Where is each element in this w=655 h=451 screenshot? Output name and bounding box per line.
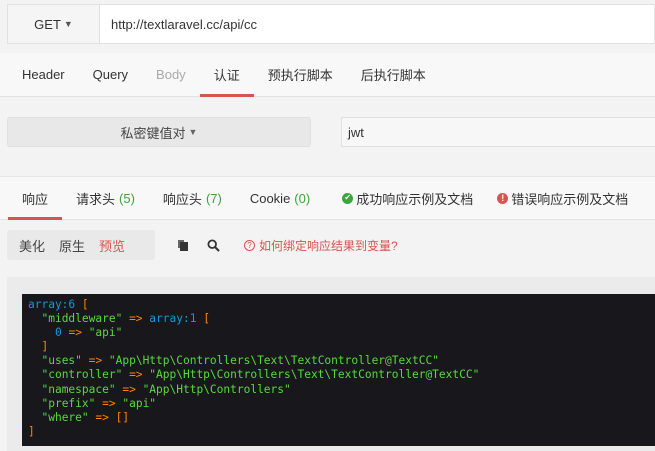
dump-key: "where": [41, 410, 89, 424]
dump-arrow: =>: [129, 312, 143, 326]
dump-line: "namespace" => "App\Http\Controllers": [28, 383, 649, 397]
tab-label: 响应: [22, 191, 49, 207]
tab-body[interactable]: Body: [142, 53, 200, 96]
tab-pre-script[interactable]: 预执行脚本: [254, 53, 347, 96]
dump-arrow: =>: [122, 382, 136, 396]
url-bar: GET ▼ http://textlaravel.cc/api/cc: [7, 4, 655, 44]
request-tabs: Header Query Body 认证 预执行脚本 后执行脚本: [0, 53, 655, 97]
dump-index: 0: [54, 326, 62, 340]
copy-icon[interactable]: [177, 239, 189, 251]
dump-key: "prefix": [41, 396, 96, 410]
view-mode-preview[interactable]: 预览: [92, 236, 132, 255]
dump-line: "where" => []: [28, 411, 649, 425]
dump-line: 0 => "api": [28, 326, 649, 340]
method-select[interactable]: GET ▼: [7, 4, 99, 44]
dump-value: "api": [122, 396, 157, 410]
tab-query[interactable]: Query: [79, 53, 142, 96]
dump-key: "namespace": [41, 382, 116, 396]
tab-response-headers[interactable]: 响应头 (7): [149, 177, 236, 219]
dump-arrow: =>: [88, 354, 103, 368]
auth-value-text: jwt: [348, 124, 364, 140]
dump-bracket: [: [203, 312, 210, 326]
dump-value: "App\Http\Controllers\Text\TextControlle…: [108, 354, 439, 368]
url-input[interactable]: http://textlaravel.cc/api/cc: [99, 4, 655, 44]
tab-error-example[interactable]: ! 错误响应示例及文档: [481, 177, 636, 219]
dump-bracket: ]: [28, 424, 35, 438]
dump-type: array:6: [28, 298, 76, 311]
search-icon[interactable]: [207, 239, 220, 252]
count-badge: (7): [205, 190, 222, 206]
bind-help-link[interactable]: ? 如何绑定响应结果到变量?: [244, 237, 398, 254]
dump-line: "middleware" => array:1 [: [28, 312, 649, 326]
dump-line: ]: [28, 340, 649, 354]
dump-line: "uses" => "App\Http\Controllers\Text\Tex…: [28, 354, 649, 368]
view-mode-pretty[interactable]: 美化: [12, 236, 52, 255]
dump-bracket: ]: [41, 340, 49, 354]
dump-key: "middleware": [41, 312, 123, 326]
method-label: GET: [34, 16, 61, 32]
dump-line: array:6 [: [28, 298, 649, 312]
tab-auth[interactable]: 认证: [199, 53, 254, 97]
tab-header[interactable]: Header: [8, 53, 79, 96]
tab-label: 请求头: [76, 191, 116, 207]
auth-value-input[interactable]: jwt: [341, 117, 655, 147]
dump-line: ]: [28, 425, 649, 439]
tab-cookie[interactable]: Cookie (0): [236, 177, 324, 219]
view-mode-switch: 美化 原生 预览: [7, 230, 155, 260]
dump-bracket: [: [81, 298, 89, 311]
caret-down-icon: ▼: [63, 19, 73, 29]
tab-label: 错误响应示例及文档: [511, 191, 629, 207]
bind-help-text: 如何绑定响应结果到变量?: [259, 239, 398, 253]
auth-type-label: 私密键值对: [120, 125, 186, 141]
dump-arrow: =>: [68, 326, 82, 340]
count-badge: (5): [119, 190, 135, 206]
view-toolbar: 美化 原生 预览 ? 如何绑定响应结果到变量?: [0, 222, 655, 270]
count-badge: (0): [294, 190, 311, 206]
tab-success-example[interactable]: ✔ 成功响应示例及文档: [324, 177, 481, 219]
auth-section: 私密键值对 ▼ jwt: [0, 98, 655, 176]
question-circle-icon: ?: [244, 240, 255, 251]
dump-value: "App\Http\Controllers\Text\TextControlle…: [149, 368, 480, 382]
tab-label: 成功响应示例及文档: [356, 191, 474, 207]
dump-value: "App\Http\Controllers": [142, 382, 291, 396]
response-tabs: 响应 请求头 (5) 响应头 (7) Cookie (0) ✔ 成功响应示例及文…: [0, 176, 655, 220]
auth-type-select[interactable]: 私密键值对 ▼: [7, 117, 311, 147]
tab-response-body[interactable]: 响应: [8, 177, 63, 220]
dump-value: []: [115, 410, 130, 424]
dump-line: "controller" => "App\Http\Controllers\Te…: [28, 368, 649, 382]
dump-type: array:1: [149, 312, 197, 326]
exclamation-circle-icon: !: [497, 192, 509, 204]
view-mode-raw[interactable]: 原生: [52, 236, 92, 255]
dump-line: "prefix" => "api": [28, 397, 649, 411]
dump-value: "api": [88, 326, 123, 340]
url-text: http://textlaravel.cc/api/cc: [111, 16, 257, 32]
dump-key: "uses": [41, 354, 82, 368]
tab-label: Cookie: [249, 190, 291, 206]
dump-arrow: =>: [129, 368, 143, 382]
check-circle-icon: ✔: [342, 192, 354, 204]
dump-arrow: =>: [102, 396, 116, 410]
tab-post-script[interactable]: 后执行脚本: [347, 53, 440, 96]
dump-arrow: =>: [95, 410, 109, 424]
dump-key: "controller": [41, 368, 123, 382]
tab-label: 响应头: [162, 191, 202, 207]
caret-down-icon: ▼: [188, 127, 198, 137]
response-output-area: array:6 [ "middleware" => array:1 [ 0 =>…: [7, 277, 655, 451]
tab-request-headers[interactable]: 请求头 (5): [62, 177, 149, 219]
dump-output[interactable]: array:6 [ "middleware" => array:1 [ 0 =>…: [22, 294, 655, 446]
